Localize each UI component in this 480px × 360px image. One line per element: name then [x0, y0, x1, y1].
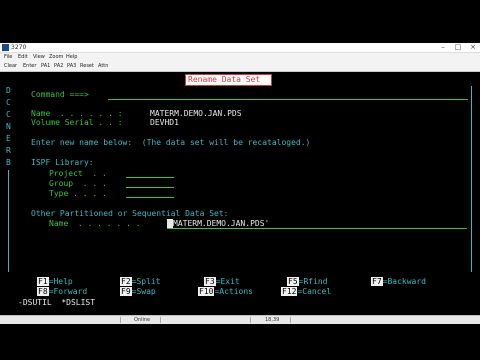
- menu-file[interactable]: File: [4, 53, 12, 62]
- f12-key-label: F12: [281, 287, 298, 296]
- status-separator: [290, 317, 291, 323]
- pa2-button[interactable]: PA2: [54, 62, 63, 71]
- f3-key-action: =Exit: [215, 277, 240, 286]
- volume-value: DEVHD1: [150, 118, 179, 127]
- f10-key-action: =Actions: [214, 287, 253, 296]
- panel-title-box: Rename Data Set: [185, 74, 272, 86]
- type-input[interactable]: [126, 197, 174, 198]
- maximize-button[interactable]: □: [451, 43, 465, 52]
- status-separator: [160, 317, 161, 323]
- margin-letter-c: C: [6, 98, 11, 107]
- other-dataset-header: Other Partitioned or Sequential Data Set…: [31, 209, 229, 218]
- toolbar: Clear Enter PA1 PA2 PA3 Reset Attn: [0, 62, 480, 72]
- app-icon: [2, 44, 9, 51]
- pa1-button[interactable]: PA1: [41, 62, 50, 71]
- f8-key-label: F8: [37, 287, 49, 296]
- group-label: Group . . .: [49, 179, 107, 188]
- minimize-button[interactable]: –: [436, 43, 450, 52]
- margin-letter-d: D: [6, 86, 11, 95]
- command-input[interactable]: [108, 99, 468, 100]
- f10-actions-key[interactable]: F10=Actions: [198, 287, 253, 296]
- f7-key-label: F7: [371, 277, 383, 286]
- status-separator: [250, 317, 251, 323]
- menu-view[interactable]: View: [33, 53, 45, 62]
- group-input[interactable]: [126, 187, 174, 188]
- screen-list-line: -DSUTIL *DSLIST: [18, 298, 96, 307]
- f12-key-action: =Cancel: [297, 287, 332, 296]
- panel-title: Rename Data Set: [188, 75, 261, 84]
- f5-key-action: =Rfind: [298, 277, 328, 286]
- menu-help[interactable]: Help: [66, 53, 77, 62]
- f2-key-label: F2: [120, 277, 132, 286]
- project-input[interactable]: [126, 177, 174, 178]
- reset-button[interactable]: Reset: [80, 62, 94, 71]
- f2-key-action: =Split: [131, 277, 161, 286]
- clear-button[interactable]: Clear: [4, 62, 17, 71]
- enter-button[interactable]: Enter: [23, 62, 36, 71]
- margin-letter-r: R: [6, 146, 11, 155]
- left-margin-bar: [8, 170, 9, 272]
- right-margin-bar: [471, 86, 472, 272]
- name-value: MATERM.DEMO.JAN.PDS: [150, 109, 242, 118]
- margin-letter-e: E: [6, 134, 11, 143]
- f9-swap-key[interactable]: F9=Swap: [120, 287, 156, 296]
- volume-label: Volume Serial . . :: [31, 118, 123, 127]
- status-separator: [120, 317, 121, 323]
- new-name-input[interactable]: [167, 228, 467, 229]
- f7-backward-key[interactable]: F7=Backward: [371, 277, 426, 286]
- f10-key-label: F10: [198, 287, 215, 296]
- menu-zoom[interactable]: Zoom: [49, 53, 63, 62]
- f8-key-action: =Forward: [48, 287, 88, 296]
- status-bar: Online 18,39: [0, 315, 480, 324]
- title-bar: 3270 – □ ×: [0, 43, 480, 53]
- f5-rfind-key[interactable]: F5=Rfind: [287, 277, 328, 286]
- terminal-emulator-window: 3270 – □ × File Edit View Zoom Help Clea…: [0, 43, 480, 315]
- f8-forward-key[interactable]: F8=Forward: [37, 287, 87, 296]
- f3-exit-key[interactable]: F3=Exit: [204, 277, 240, 286]
- f7-key-action: =Backward: [382, 277, 426, 286]
- f9-key-action: =Swap: [131, 287, 156, 296]
- attn-button[interactable]: Attn: [98, 62, 108, 71]
- window-title: 3270: [11, 44, 27, 51]
- margin-letter-c2: C: [6, 110, 11, 119]
- command-label: Command ===>: [31, 90, 89, 99]
- f12-cancel-key[interactable]: F12=Cancel: [281, 287, 331, 296]
- f5-key-label: F5: [287, 277, 299, 286]
- project-label: Project . .: [49, 169, 107, 178]
- f1-key-label: F1: [37, 277, 49, 286]
- terminal-screen[interactable]: D C C N E R B Rename Data Set Command ==…: [0, 72, 480, 315]
- menu-edit[interactable]: Edit: [18, 53, 28, 62]
- menu-bar: File Edit View Zoom Help: [0, 53, 480, 62]
- f3-key-label: F3: [204, 277, 216, 286]
- name-label: Name . . . . . . :: [31, 109, 123, 118]
- margin-letter-n: N: [6, 122, 11, 131]
- margin-letter-b: B: [6, 158, 11, 167]
- f1-key-action: =Help: [48, 277, 73, 286]
- cursor-position: 18,39: [265, 317, 280, 323]
- type-label: Type . . . .: [49, 189, 107, 198]
- instruction-text: Enter new name below: (The data set will…: [31, 138, 311, 147]
- f2-split-key[interactable]: F2=Split: [120, 277, 161, 286]
- ispf-library-header: ISPF Library:: [31, 158, 94, 167]
- new-name-label: Name . . . . . . .: [49, 219, 141, 228]
- pa3-button[interactable]: PA3: [67, 62, 76, 71]
- new-name-value[interactable]: MATERM.DEMO.JAN.PDS': [173, 219, 269, 228]
- connection-status: Online: [134, 317, 151, 323]
- f1-help-key[interactable]: F1=Help: [37, 277, 73, 286]
- close-button[interactable]: ×: [466, 43, 480, 52]
- f9-key-label: F9: [120, 287, 132, 296]
